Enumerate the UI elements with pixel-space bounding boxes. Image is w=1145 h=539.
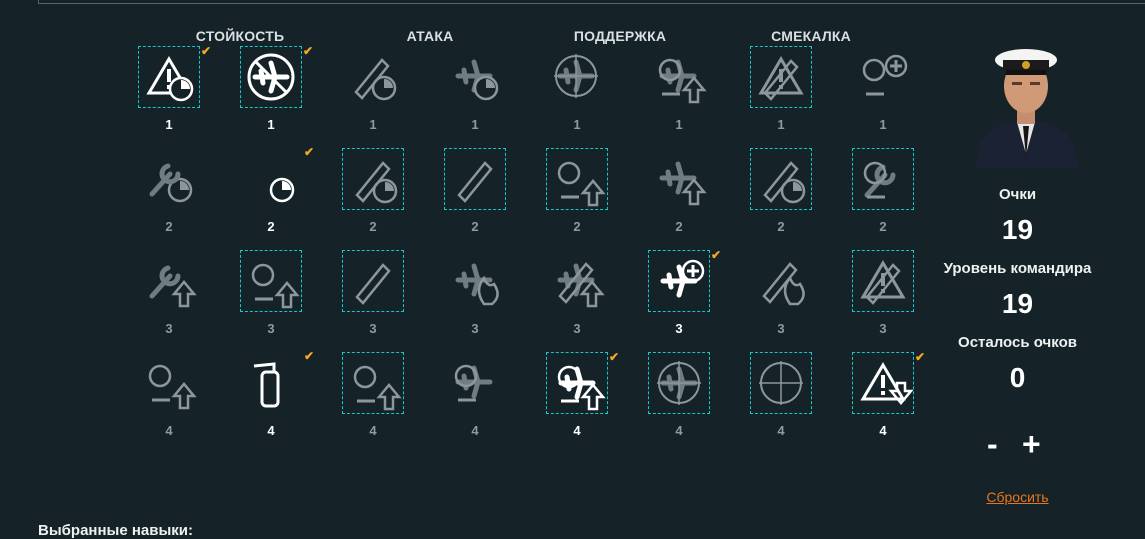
selected-skills-heading: Выбранные навыки: [38, 522, 194, 539]
increase-level-button[interactable]: + [1022, 426, 1041, 462]
skill-aircraft-target[interactable] [546, 46, 608, 108]
points-value: 19 [1001, 214, 1034, 245]
skill-aircraft-bomb-upgrade[interactable] [546, 250, 608, 312]
skill-cost: 3 [675, 321, 683, 336]
learned-check-icon: ✔ [302, 44, 313, 58]
skill-cost: 4 [471, 423, 479, 438]
skill-cost: 1 [471, 117, 479, 132]
skill-cost: 4 [573, 423, 581, 438]
category-endurance: СТОЙКОСТЬ [195, 28, 285, 44]
skill-radar-aircraft[interactable] [648, 352, 710, 414]
skill-cost: 4 [777, 423, 785, 438]
skill-rocket-warning[interactable] [852, 250, 914, 312]
reset-link[interactable]: Сбросить [916, 489, 1119, 505]
learned-check-icon: ✔ [303, 145, 314, 159]
skill-aircraft-fire[interactable] [444, 250, 506, 312]
commander-level-value: 19 [1001, 288, 1034, 319]
skill-warning-radius[interactable]: ✔ [138, 45, 211, 108]
skill-cost: 1 [675, 117, 683, 132]
skill-aircraft-repair-plus[interactable]: ✔ [648, 249, 721, 312]
skill-aircraft-list-upgrade[interactable] [648, 46, 710, 108]
skill-cost: 2 [879, 219, 887, 234]
skill-warning-down[interactable]: ✔ [852, 351, 925, 414]
skill-cost: 3 [573, 321, 581, 336]
category-attack: АТАКА [406, 28, 454, 44]
skill-cost: 2 [777, 219, 785, 234]
skill-aircraft-upgrade[interactable] [648, 148, 710, 210]
skill-torpedo-timer[interactable] [750, 148, 812, 210]
skill-torpedo-fire[interactable] [750, 250, 812, 312]
skill-rocket-timer[interactable] [342, 148, 404, 210]
skill-aircraft-timer[interactable] [444, 46, 506, 108]
commander-level-label: Уровень командира [943, 260, 1092, 277]
learned-check-icon: ✔ [303, 349, 314, 363]
skill-aircraft-chevron-upgrade[interactable]: ✔ [546, 351, 619, 414]
skill-fan-wrench[interactable] [852, 148, 914, 210]
skill-cost: 2 [675, 219, 683, 234]
skill-cost: 1 [777, 117, 785, 132]
skill-no-aircraft[interactable]: ✔ [240, 45, 313, 108]
points-label: Очки [998, 186, 1037, 203]
skill-wrench-timer[interactable] [138, 148, 200, 210]
remaining-points-value: 0 [1009, 362, 1026, 393]
learned-check-icon: ✔ [608, 350, 619, 364]
skill-battleship-upgrade[interactable] [240, 250, 302, 312]
learned-check-icon: ✔ [200, 44, 211, 58]
skill-aircraft-swarm[interactable] [444, 352, 506, 414]
skill-cost: 2 [369, 219, 377, 234]
remaining-points-label: Осталось очков [958, 334, 1077, 351]
category-versatility: СМЕКАЛКА [771, 28, 851, 44]
skill-bomb-reload[interactable] [342, 250, 404, 312]
skill-cost: 3 [165, 321, 173, 336]
skill-cost: 3 [267, 321, 275, 336]
top-divider [38, 0, 1145, 4]
skill-cost: 1 [369, 117, 377, 132]
skill-cost: 2 [471, 219, 479, 234]
skill-cost: 1 [267, 117, 275, 132]
skill-cost: 1 [573, 117, 581, 132]
skill-bomb-timer[interactable] [342, 46, 404, 108]
skill-cost: 3 [369, 321, 377, 336]
skill-cost: 3 [471, 321, 479, 336]
skill-cost: 2 [573, 219, 581, 234]
learned-check-icon: ✔ [710, 248, 721, 262]
skill-cross-upgrade[interactable] [342, 352, 404, 414]
skill-cost: 4 [267, 423, 275, 438]
category-support: ПОДДЕРЖКА [573, 28, 667, 44]
skill-cost: 4 [369, 423, 377, 438]
skill-rocket-arrow[interactable] [444, 148, 506, 210]
skill-extinguisher[interactable]: ✔ [240, 350, 314, 414]
decrease-level-button[interactable]: - [987, 426, 998, 462]
skill-cost: 3 [777, 321, 785, 336]
skill-stopwatch[interactable]: ✔ [240, 146, 314, 210]
skill-cost: 4 [879, 423, 887, 438]
skill-cost: 2 [267, 219, 275, 234]
skill-ammo-repair[interactable] [852, 46, 914, 108]
skill-wrench-upgrade[interactable] [138, 250, 200, 312]
skill-torpedo-warning[interactable] [750, 46, 812, 108]
skill-cost: 1 [165, 117, 173, 132]
skill-cost: 3 [879, 321, 887, 336]
skill-radar-compass[interactable] [750, 352, 812, 414]
skill-smoke-upgrade[interactable] [546, 148, 608, 210]
commander-portrait [975, 30, 1078, 168]
skill-cost: 2 [165, 219, 173, 234]
skill-cost: 4 [165, 423, 173, 438]
skill-shield-upgrade[interactable] [138, 352, 200, 414]
skill-cost: 1 [879, 117, 887, 132]
skill-cost: 4 [675, 423, 683, 438]
